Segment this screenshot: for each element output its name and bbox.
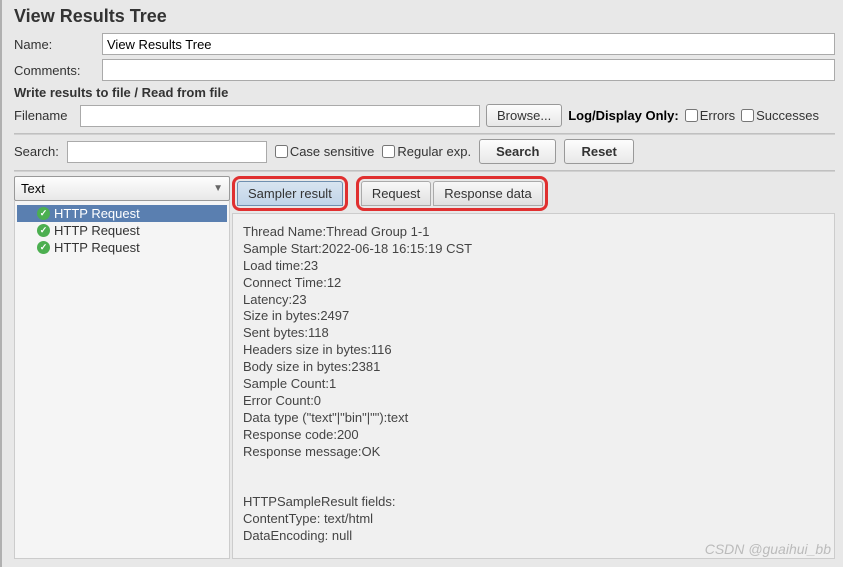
reset-button[interactable]: Reset (564, 139, 633, 164)
case-sensitive-checkbox[interactable] (275, 145, 288, 158)
chevron-down-icon: ▼ (213, 183, 223, 194)
results-tree[interactable]: ✓ HTTP Request ✓ HTTP Request ✓ HTTP Req… (14, 201, 230, 559)
successes-checkbox-label[interactable]: Successes (741, 108, 819, 123)
tree-item-label: HTTP Request (54, 240, 140, 255)
dropdown-value: Text (21, 181, 45, 196)
case-sensitive-label[interactable]: Case sensitive (275, 144, 375, 159)
filename-input[interactable] (80, 105, 480, 127)
tree-item[interactable]: ✓ HTTP Request (17, 205, 227, 222)
search-button[interactable]: Search (479, 139, 556, 164)
success-icon: ✓ (37, 241, 50, 254)
comments-input[interactable] (102, 59, 835, 81)
tree-item[interactable]: ✓ HTTP Request (17, 239, 227, 256)
tree-item-label: HTTP Request (54, 206, 140, 221)
regular-exp-label[interactable]: Regular exp. (382, 144, 471, 159)
file-section-label: Write results to file / Read from file (14, 85, 835, 100)
errors-checkbox[interactable] (685, 109, 698, 122)
search-input[interactable] (67, 141, 267, 163)
tree-item-label: HTTP Request (54, 223, 140, 238)
name-label: Name: (14, 37, 94, 52)
filename-label: Filename (14, 108, 74, 123)
success-icon: ✓ (37, 224, 50, 237)
divider-2 (14, 170, 835, 172)
view-type-dropdown[interactable]: Text ▼ (14, 176, 230, 201)
successes-checkbox[interactable] (741, 109, 754, 122)
divider (14, 133, 835, 135)
tree-item[interactable]: ✓ HTTP Request (17, 222, 227, 239)
highlight-box-1: Sampler result (232, 176, 348, 211)
highlight-box-2: Request Response data (356, 176, 548, 211)
page-title: View Results Tree (14, 6, 835, 27)
tab-request[interactable]: Request (361, 181, 431, 206)
errors-checkbox-label[interactable]: Errors (685, 108, 735, 123)
comments-label: Comments: (14, 63, 94, 78)
tab-sampler-result[interactable]: Sampler result (237, 181, 343, 206)
log-display-label: Log/Display Only: (568, 108, 679, 123)
tab-response-data[interactable]: Response data (433, 181, 542, 206)
browse-button[interactable]: Browse... (486, 104, 562, 127)
result-content[interactable]: Thread Name:Thread Group 1-1 Sample Star… (232, 213, 835, 559)
regular-exp-checkbox[interactable] (382, 145, 395, 158)
search-label: Search: (14, 144, 59, 159)
name-input[interactable] (102, 33, 835, 55)
success-icon: ✓ (37, 207, 50, 220)
